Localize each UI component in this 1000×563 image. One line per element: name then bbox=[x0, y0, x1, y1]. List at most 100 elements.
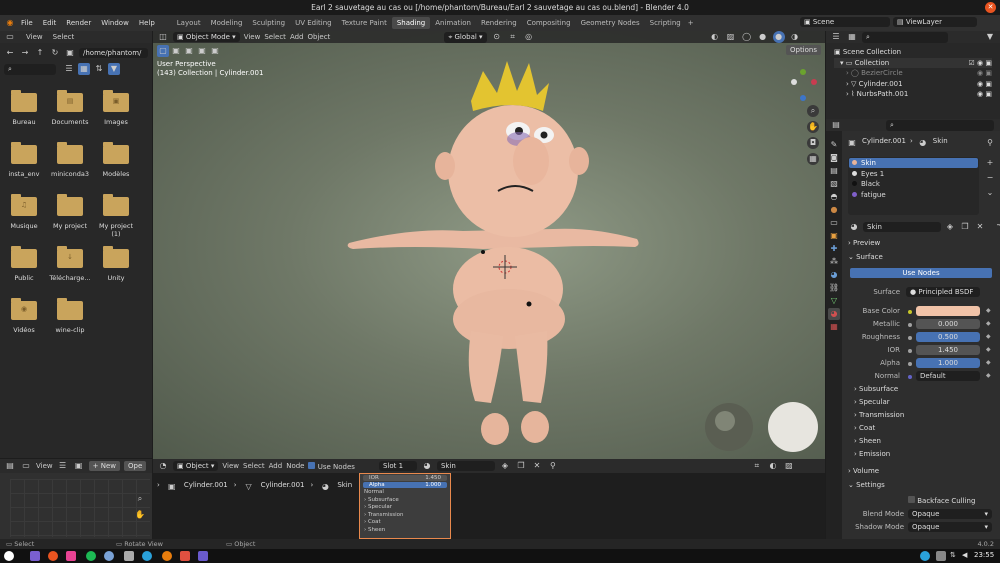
close-window-button[interactable]: ✕ bbox=[985, 2, 996, 13]
scene-tab-icon[interactable]: ◓ bbox=[828, 191, 840, 203]
node-panel-item[interactable]: › Sheen bbox=[364, 527, 446, 535]
socket-icon[interactable] bbox=[908, 375, 912, 379]
folder-item[interactable]: ▣ Images bbox=[94, 90, 138, 126]
keyframe-icon[interactable]: ◆ bbox=[986, 372, 991, 379]
material-name-input[interactable]: Skin bbox=[863, 222, 941, 232]
fb-menu-view[interactable]: View bbox=[26, 33, 43, 41]
socket-icon[interactable] bbox=[908, 310, 912, 314]
editor-type-icon[interactable]: ▤ bbox=[4, 460, 16, 472]
app-icon-5[interactable] bbox=[198, 551, 208, 561]
ui-type-icon[interactable]: ▭ bbox=[20, 460, 32, 472]
visibility-icons[interactable]: ◉ ▣ bbox=[977, 68, 992, 79]
tab-sculpting[interactable]: Sculpting bbox=[247, 17, 290, 29]
tray-telegram-icon[interactable] bbox=[920, 551, 930, 561]
tab-compositing[interactable]: Compositing bbox=[522, 17, 576, 29]
tray-volume-icon[interactable]: ◀ bbox=[962, 551, 972, 561]
constraints-tab-icon[interactable]: ⛓ bbox=[828, 282, 840, 294]
collection-tab-icon[interactable]: ▭ bbox=[828, 217, 840, 229]
folder-item[interactable]: My project bbox=[48, 194, 92, 230]
properties-search[interactable]: ⌕ bbox=[886, 119, 994, 131]
principled-bsdf-node[interactable]: IOR 1.450 Alpha 1.000 Normal › Subsurface › … bbox=[359, 473, 451, 539]
tab-rendering[interactable]: Rendering bbox=[476, 17, 522, 29]
menu-edit[interactable]: Edit bbox=[38, 19, 62, 27]
tab-shading[interactable]: Shading bbox=[391, 17, 431, 29]
render-tab-icon[interactable]: ◙ bbox=[828, 152, 840, 164]
forward-arrow-icon[interactable]: → bbox=[19, 47, 31, 59]
view-layer-selector[interactable]: ▤ ViewLayer bbox=[893, 17, 977, 27]
fake-user-icon[interactable]: ◈ bbox=[944, 221, 956, 233]
os-menu-icon[interactable] bbox=[4, 551, 14, 561]
add-workspace-button[interactable]: + bbox=[688, 19, 694, 27]
node-panel-item[interactable]: › Coat bbox=[364, 519, 446, 527]
pin-icon[interactable]: ⚲ bbox=[547, 460, 559, 472]
editor-type-icon[interactable]: ▤ bbox=[830, 119, 842, 131]
open-button[interactable]: Ope bbox=[124, 461, 147, 471]
fake-user-icon[interactable]: ◈ bbox=[499, 460, 511, 472]
visibility-icons[interactable]: ☑ ◉ ▣ bbox=[969, 58, 992, 69]
outliner-item[interactable]: › ▽ Cylinder.001 ◉ ▣ bbox=[834, 79, 992, 90]
keyframe-icon[interactable]: ◆ bbox=[986, 307, 991, 314]
collection-row[interactable]: ▾ ▭ Collection ☑ ◉ ▣ bbox=[834, 57, 992, 69]
keyframe-icon[interactable]: ◆ bbox=[986, 346, 991, 353]
app-icon-2[interactable] bbox=[104, 551, 114, 561]
app-icon-1[interactable] bbox=[66, 551, 76, 561]
file-manager-icon[interactable] bbox=[30, 551, 40, 561]
world-tab-icon[interactable]: ● bbox=[828, 204, 840, 216]
use-nodes-checkbox[interactable]: Use Nodes bbox=[308, 461, 355, 471]
keyframe-icon[interactable]: ◆ bbox=[986, 359, 991, 366]
editor-type-icon[interactable]: ☰ bbox=[830, 31, 842, 43]
filter-icon[interactable]: ▼ bbox=[984, 31, 996, 43]
snap-icon[interactable]: ⌗ bbox=[751, 460, 763, 472]
keyframe-icon[interactable]: ◆ bbox=[986, 333, 991, 340]
back-arrow-icon[interactable]: ← bbox=[4, 47, 16, 59]
shader-node-editor[interactable]: ◔ ▣ Object ▾ View Select Add Node Use No… bbox=[153, 459, 825, 539]
folder-item[interactable]: Unity bbox=[94, 246, 138, 282]
folder-item[interactable]: ↓ Télécharge... bbox=[48, 246, 92, 282]
node-panel-item[interactable]: Normal bbox=[364, 489, 446, 497]
parent-dir-icon[interactable]: ↑ bbox=[34, 47, 46, 59]
field-alpha[interactable]: 1.000 bbox=[916, 358, 980, 368]
z-axis-icon[interactable] bbox=[811, 79, 817, 85]
app-icon-3[interactable] bbox=[124, 551, 134, 561]
3d-viewport[interactable]: ◫ ▣ Object Mode ▾ View Select Add Object… bbox=[153, 31, 825, 459]
menu-window[interactable]: Window bbox=[96, 19, 134, 27]
material-slot-list[interactable]: Skin Eyes 1 Black fatigue bbox=[848, 157, 979, 215]
physics-tab-icon[interactable]: ◕ bbox=[828, 269, 840, 281]
remove-slot-icon[interactable]: − bbox=[984, 172, 996, 184]
character-model[interactable] bbox=[153, 31, 825, 459]
telegram-icon[interactable] bbox=[142, 551, 152, 561]
scene-selector[interactable]: ▣ Scene bbox=[800, 17, 890, 27]
zoom-icon[interactable]: ⌕ bbox=[807, 105, 819, 117]
tab-uv-editing[interactable]: UV Editing bbox=[290, 17, 337, 29]
unlink-icon[interactable]: ✕ bbox=[974, 221, 986, 233]
display-mode-icon[interactable]: ▦ bbox=[846, 31, 858, 43]
subsection-header[interactable]: › Emission bbox=[854, 450, 890, 458]
object-tab-icon[interactable]: ▣ bbox=[828, 230, 840, 242]
texture-tab-icon[interactable]: ▦ bbox=[828, 321, 840, 333]
folder-item[interactable]: wine-clip bbox=[48, 298, 92, 334]
tab-texture-paint[interactable]: Texture Paint bbox=[337, 17, 392, 29]
material-icon[interactable]: ◕ bbox=[421, 460, 433, 472]
add-slot-icon[interactable]: + bbox=[984, 157, 996, 169]
folder-item[interactable]: ▤ Documents bbox=[48, 90, 92, 126]
outliner-item[interactable]: › ⌇ NurbsPath.001 ◉ ▣ bbox=[834, 89, 992, 100]
subsection-header[interactable]: › Transmission bbox=[854, 411, 904, 419]
x-axis-icon[interactable] bbox=[791, 79, 797, 85]
surface-shader-field[interactable]: ● Principled BSDF bbox=[906, 287, 980, 297]
preview-panel-header[interactable]: › Preview bbox=[848, 239, 880, 247]
fb-menu-select[interactable]: Select bbox=[53, 33, 75, 41]
path-field[interactable]: /home/phantom/ bbox=[79, 48, 148, 58]
browser-icon[interactable] bbox=[48, 551, 58, 561]
use-nodes-button[interactable]: Use Nodes bbox=[850, 268, 992, 278]
ne-menu-node[interactable]: Node bbox=[286, 462, 304, 470]
neg-y-axis-icon[interactable] bbox=[800, 95, 806, 101]
ne-menu-view[interactable]: View bbox=[222, 462, 239, 470]
socket-icon[interactable] bbox=[908, 336, 912, 340]
blend-mode-select[interactable]: Opaque ▾ bbox=[908, 509, 992, 519]
scene-collection-row[interactable]: ▣ Scene Collection bbox=[834, 47, 992, 58]
pan-hand-icon[interactable]: ✋ bbox=[807, 121, 819, 133]
view-layer-tab-icon[interactable]: ▧ bbox=[828, 178, 840, 190]
folder-item[interactable]: Public bbox=[2, 246, 46, 282]
pan-hand-icon[interactable]: ✋ bbox=[134, 509, 146, 521]
folder-item[interactable]: insta_env bbox=[2, 142, 46, 178]
